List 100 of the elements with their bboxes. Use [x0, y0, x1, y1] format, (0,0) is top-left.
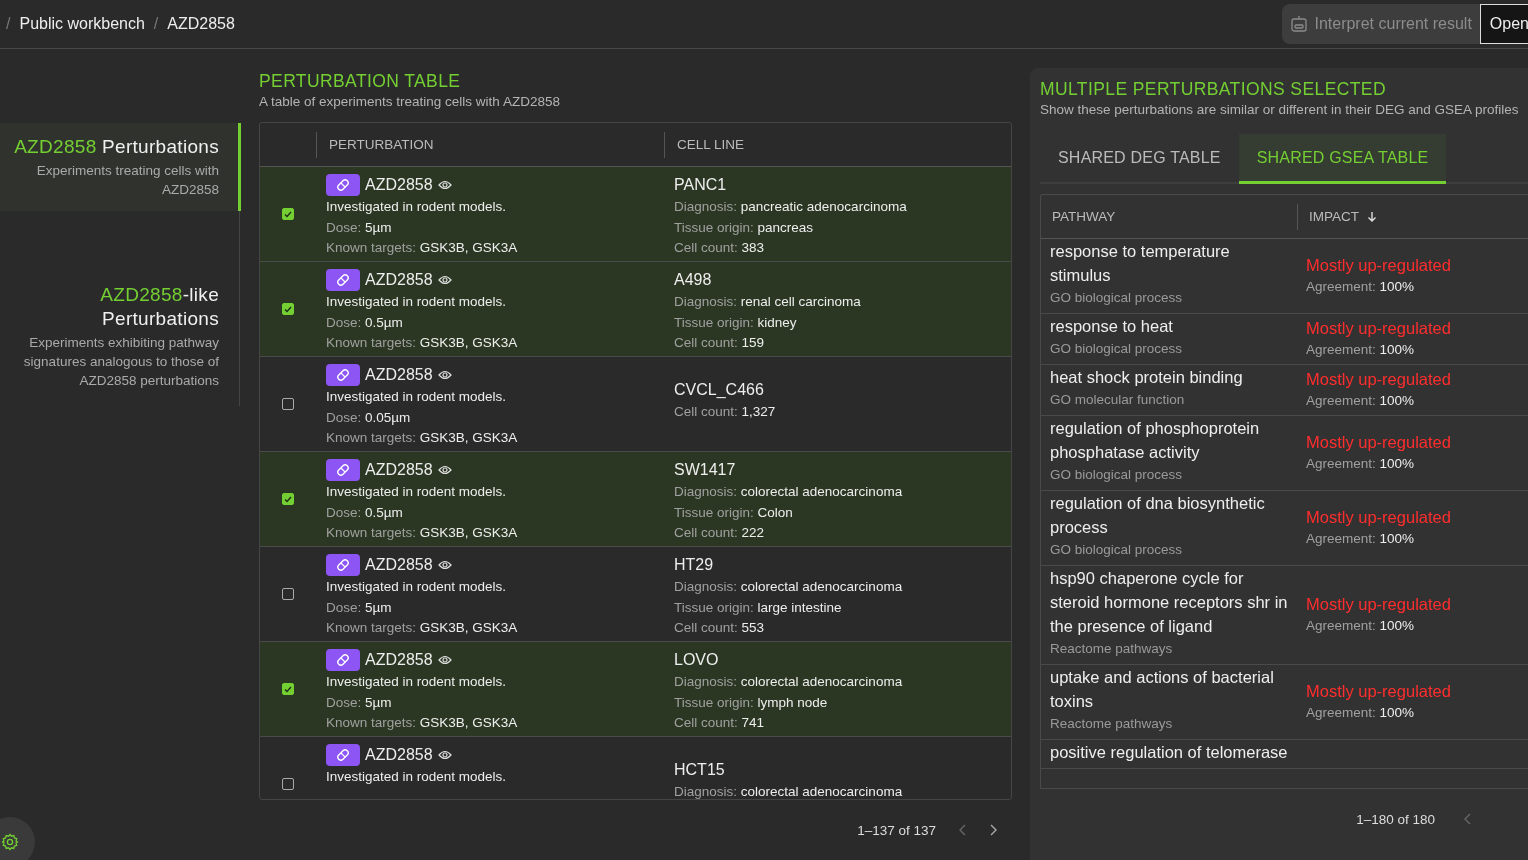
perturbation-detail: Known targets: GSK3B, GSK3A — [326, 239, 519, 257]
cell-line-name: PANC1 — [674, 175, 728, 195]
previous-page-icon[interactable] — [958, 824, 967, 836]
next-page-icon[interactable] — [989, 824, 998, 836]
impact-text: Mostly up-regulated — [1306, 681, 1452, 702]
eye-icon[interactable] — [437, 465, 452, 475]
cell-line-name: SW1417 — [674, 460, 737, 480]
pill-icon — [336, 653, 350, 667]
eye-icon[interactable] — [437, 750, 452, 760]
pathway-source: GO molecular function — [1050, 391, 1186, 409]
perturbation-note: Investigated in rodent models. — [326, 198, 508, 216]
sidebar-item-title: AZD2858-like Perturbations — [99, 283, 219, 331]
perturbation-detail: Known targets: GSK3B, GSK3A — [326, 429, 519, 447]
pill-icon — [336, 463, 350, 477]
panel-title: MULTIPLE PERTURBATIONS SELECTED — [1040, 78, 1387, 100]
agreement-text: Agreement: 100% — [1306, 617, 1416, 635]
open-button[interactable]: Open — [1479, 4, 1528, 44]
pill-icon — [336, 558, 350, 572]
breadcrumb[interactable]: AZD2858 — [167, 15, 235, 33]
agreement-text: Agreement: 100% — [1306, 341, 1416, 359]
breadcrumb-separator: / — [153, 15, 159, 33]
impact-text: Mostly up-regulated — [1306, 594, 1452, 615]
eye-icon[interactable] — [437, 370, 452, 380]
pathway-name: heat shock protein binding — [1050, 367, 1244, 388]
perturbation-name[interactable]: AZD2858 — [365, 176, 433, 194]
cell-line-detail: Diagnosis: colorectal adenocarcinoma — [674, 673, 904, 691]
pathway-name: positive regulation of telomerase — [1050, 742, 1289, 763]
sidebar-item-description: Experiments exhibiting pathway signatures analogous to those of AZD2858 perturbations — [22, 334, 219, 390]
tab[interactable]: SHARED GSEA TABLE — [1238, 134, 1447, 184]
column-header[interactable]: CELL LINE — [677, 137, 745, 152]
cell-line-detail: Tissue origin: lymph node — [674, 693, 829, 712]
pathway-name: hsp90 chaperone cycle for steroid hormone receptors shr in the presence of ligand — [1050, 568, 1289, 637]
agreement-text: Agreement: 100% — [1306, 278, 1416, 296]
eye-icon[interactable] — [437, 180, 452, 190]
settings-icon — [1, 833, 19, 851]
perturbation-detail: Known targets: GSK3B, GSK3A — [326, 334, 519, 352]
table-row[interactable]: AZD2858 Investigated in rodent models. Dose: 0.5µm Known targets: GSK3B, GSK3A A498 Diagnosis: renal cell carcinoma Tissue origin: kidney Cell count: 159 — [260, 262, 1011, 357]
pill-icon — [336, 178, 350, 192]
sidebar-item[interactable]: AZD2858-like Perturbations Experiments exhibiting pathway signatures analogous to those of AZD2858 perturbations — [0, 271, 241, 402]
perturbation-note: Investigated in rodent models. — [326, 388, 508, 406]
eye-icon[interactable] — [437, 275, 452, 285]
pathway-source: GO biological process — [1050, 289, 1184, 307]
table-row[interactable]: AZD2858 Investigated in rodent models. Dose: 5µm Known targets: GSK3B, GSK3A PANC1 Diagnosis: pancreatic adenocarcinoma Tissue origin: pancreas Cell count: 383 — [260, 167, 1011, 262]
pathway-name: uptake and actions of bacterial toxins — [1050, 667, 1275, 712]
table-row[interactable]: AZD2858 Investigated in rodent models. Dose: 0.5µm Known targets: GSK3B, GSK3A SW1417 Diagnosis: colorectal adenocarcinoma Tissue origin: Colon Cell count: 222 — [260, 452, 1011, 547]
pathway-name: response to heat — [1050, 316, 1174, 337]
sidebar-item-description: Experiments treating cells with AZD2858 — [35, 162, 219, 199]
cell-line-detail: Tissue origin: large intestine — [674, 598, 843, 617]
checkbox[interactable] — [282, 778, 294, 790]
checkbox[interactable] — [282, 398, 294, 410]
cell-line-detail: Diagnosis: colorectal adenocarcinoma — [674, 483, 904, 501]
cell-line-detail: Cell count: 1,327 — [674, 402, 777, 421]
tab[interactable]: SHARED DEG TABLE — [1040, 134, 1239, 184]
perturbation-detail: Dose: 5µm — [326, 218, 393, 237]
eye-icon[interactable] — [437, 560, 452, 570]
impact-text: Mostly up-regulated — [1306, 318, 1452, 339]
section-subtitle: A table of experiments treating cells with AZD2858 — [259, 93, 561, 111]
cell-line-detail: Cell count: 741 — [674, 714, 766, 732]
checkbox[interactable] — [282, 493, 294, 505]
cell-line-name: A498 — [674, 270, 713, 290]
impact-text: Mostly up-regulated — [1306, 255, 1452, 276]
sort-descending-icon[interactable] — [1367, 210, 1377, 223]
perturbation-name[interactable]: AZD2858 — [365, 271, 433, 289]
cell-line-detail: Cell count: 159 — [674, 334, 766, 352]
cell-line-detail: Tissue origin: Colon — [674, 503, 794, 522]
checkbox[interactable] — [282, 208, 294, 220]
cell-line-name: HT29 — [674, 555, 715, 575]
perturbation-note: Investigated in rodent models. — [326, 578, 508, 596]
cell-line-detail: Cell count: 553 — [674, 619, 766, 637]
perturbation-detail: Known targets: GSK3B, GSK3A — [326, 524, 519, 542]
agreement-text: Agreement: 100% — [1306, 455, 1416, 473]
cell-line-detail: Cell count: 383 — [674, 239, 766, 257]
pathway-name: regulation of phosphoprotein phosphatase activity — [1050, 418, 1261, 463]
perturbation-detail: Dose: 0.05µm — [326, 408, 412, 427]
pathway-source: GO biological process — [1050, 541, 1184, 559]
column-header[interactable]: IMPACT — [1309, 209, 1359, 224]
pill-icon — [336, 748, 350, 762]
pill-icon — [336, 368, 350, 382]
perturbation-name[interactable]: AZD2858 — [365, 461, 433, 479]
perturbation-name[interactable]: AZD2858 — [365, 366, 433, 384]
breadcrumb[interactable]: Public workbench — [19, 15, 145, 33]
perturbation-name[interactable]: AZD2858 — [365, 556, 433, 574]
agreement-text: Agreement: 100% — [1306, 392, 1416, 410]
sidebar-item[interactable]: AZD2858 Perturbations Experiments treating cells with AZD2858 — [0, 123, 241, 211]
table-row[interactable]: AZD2858 Investigated in rodent models. Dose: 5µm Known targets: GSK3B, GSK3A LOVO Diagnosis: colorectal adenocarcinoma Tissue origin: lymph node Cell count: 741 — [260, 642, 1011, 737]
agreement-text: Agreement: 100% — [1306, 704, 1416, 722]
perturbation-detail: Dose: 0.5µm — [326, 313, 404, 332]
checkbox[interactable] — [282, 303, 294, 315]
perturbation-name[interactable]: AZD2858 — [365, 651, 433, 669]
table-row[interactable]: AZD2858 Investigated in rodent models. HCT15 Diagnosis: colorectal adenocarcinoma — [260, 737, 1011, 799]
column-header[interactable]: PATHWAY — [1052, 209, 1116, 224]
perturbation-name[interactable]: AZD2858 — [365, 746, 433, 764]
checkbox[interactable] — [282, 588, 294, 600]
cell-line-detail: Diagnosis: pancreatic adenocarcinoma — [674, 198, 908, 216]
eye-icon[interactable] — [437, 655, 452, 665]
robot-icon — [1290, 15, 1309, 33]
impact-text: Mostly up-regulated — [1306, 507, 1452, 528]
breadcrumb-separator: / — [6, 15, 11, 33]
checkbox[interactable] — [282, 683, 294, 695]
column-header[interactable]: PERTURBATION — [329, 137, 434, 152]
